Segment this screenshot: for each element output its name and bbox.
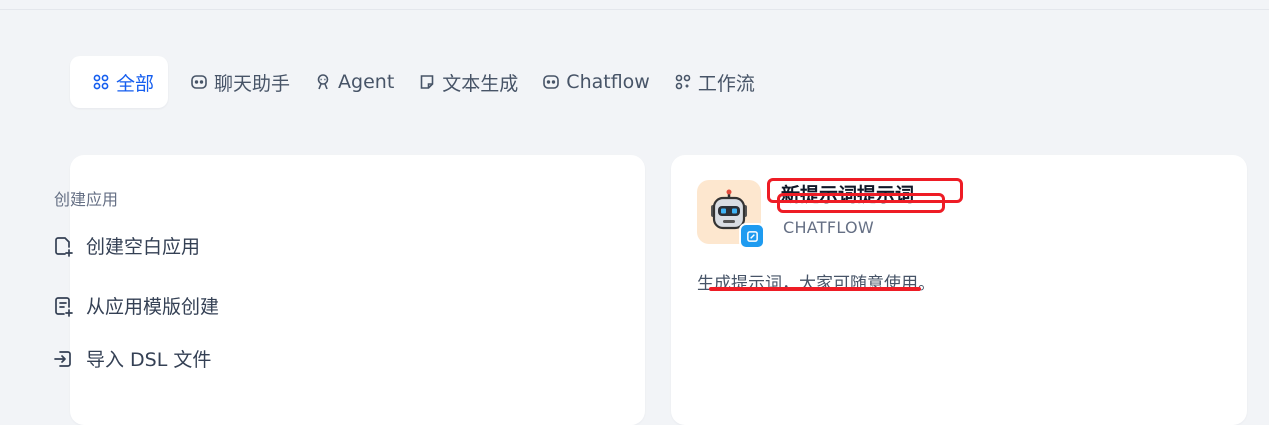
tab-chatflow[interactable]: Chatflow [530, 56, 662, 108]
create-from-template-button[interactable]: 从应用模版创建 [52, 292, 219, 319]
tab-label: Agent [338, 71, 395, 93]
app-name: 新提示词提示词 [781, 184, 915, 206]
template-icon [52, 295, 74, 317]
grid-icon [92, 73, 110, 91]
chat-icon [190, 73, 208, 91]
create-blank-app-button[interactable]: 创建空白应用 [52, 232, 200, 259]
create-app-title: 创建应用 [54, 190, 119, 209]
tab-agent[interactable]: Agent [302, 56, 406, 108]
tab-label: 文本生成 [442, 72, 519, 95]
create-app-card [70, 155, 645, 425]
chatflow-badge-icon [739, 223, 765, 249]
document-icon [418, 73, 436, 91]
create-item-label: 导入 DSL 文件 [86, 349, 212, 371]
file-plus-icon [52, 235, 74, 257]
import-icon [52, 348, 74, 370]
chatflow-icon [542, 73, 560, 91]
top-divider [0, 9, 1269, 10]
tab-label: 工作流 [697, 72, 755, 95]
create-item-label: 从应用模版创建 [86, 296, 220, 318]
workflow-icon [674, 73, 692, 91]
tab-chat-assistant[interactable]: 聊天助手 [178, 56, 302, 108]
create-item-label: 创建空白应用 [86, 236, 201, 258]
tab-workflow[interactable]: 工作流 [662, 56, 767, 108]
tab-label: 全部 [116, 72, 155, 95]
tab-label: 聊天助手 [214, 72, 291, 95]
app-type-label: CHATFLOW [783, 218, 875, 237]
app-card[interactable]: 新提示词提示词 CHATFLOW 生成提示词，大家可随意使用。 [671, 155, 1247, 425]
agent-icon [314, 73, 332, 91]
app-description: 生成提示词，大家可随意使用。 [697, 274, 935, 294]
import-dsl-button[interactable]: 导入 DSL 文件 [52, 345, 211, 372]
tab-text-generation[interactable]: 文本生成 [406, 56, 530, 108]
tab-label: Chatflow [566, 71, 650, 93]
app-type-tabs: 全部 聊天助手 Agent 文本生成 Chatflow 工作流 [70, 56, 767, 108]
tab-all[interactable]: 全部 [70, 56, 169, 108]
